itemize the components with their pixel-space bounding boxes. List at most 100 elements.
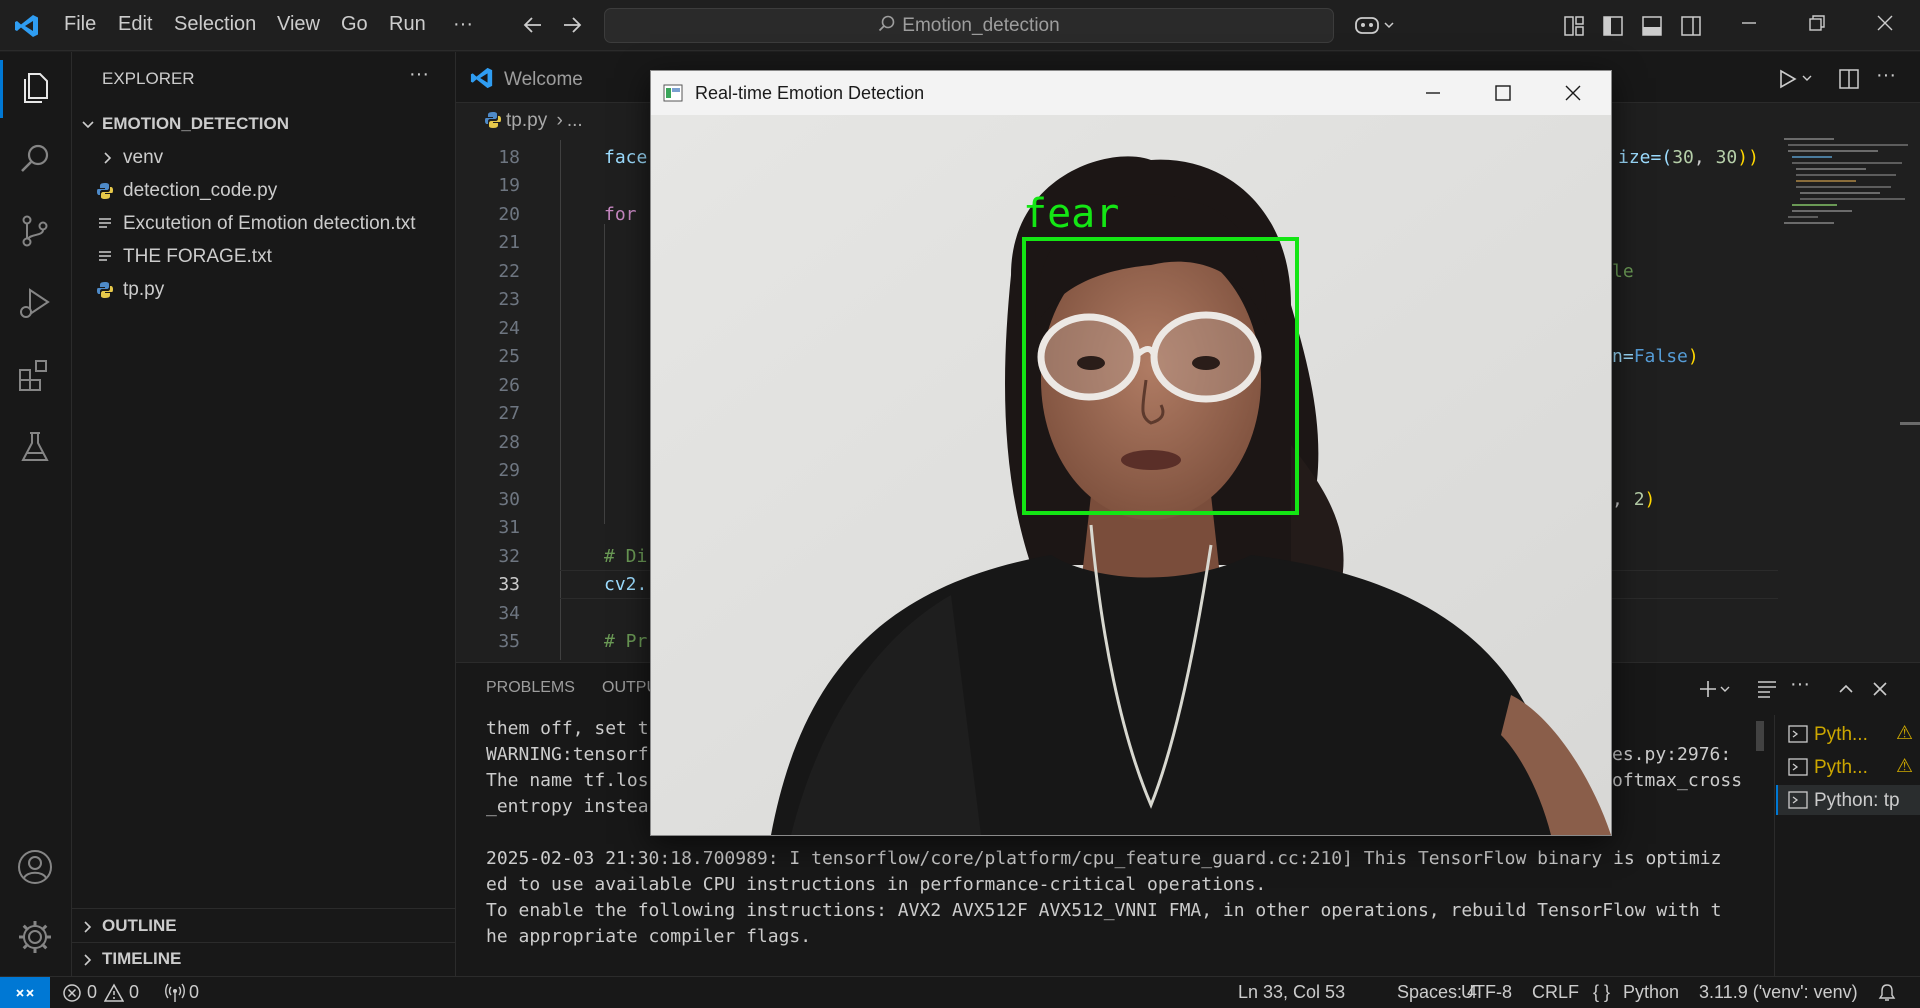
line-number-active: 33	[498, 574, 520, 595]
terminal-tab-label: Python: tp	[1814, 790, 1900, 811]
active-indicator	[0, 60, 3, 118]
extensions-icon[interactable]	[16, 356, 54, 394]
terminal-tab[interactable]: Pyth... ⚠	[1776, 752, 1920, 782]
new-terminal-icon[interactable]	[1698, 679, 1732, 699]
restore-icon[interactable]	[1806, 12, 1828, 34]
indent-guide	[604, 224, 605, 524]
tree-item-forage-txt[interactable]: THE FORAGE.txt	[72, 240, 456, 273]
folder-label: EMOTION_DETECTION	[102, 114, 290, 133]
customize-layout-icon[interactable]	[1563, 15, 1585, 37]
split-editor-icon[interactable]	[1838, 68, 1860, 90]
panel-more-icon[interactable]: ···	[1790, 673, 1810, 696]
timeline-section[interactable]: TIMELINE	[72, 943, 456, 976]
back-arrow-icon[interactable]	[522, 14, 544, 36]
window-close-icon[interactable]	[1563, 83, 1583, 103]
search-icon[interactable]	[16, 140, 54, 178]
menu-more[interactable]: ···	[453, 13, 473, 36]
window-title: Real-time Emotion Detection	[695, 83, 925, 103]
menu-view[interactable]: View	[277, 13, 320, 36]
terminal-scrollbar[interactable]	[1756, 721, 1764, 751]
source-control-icon[interactable]	[16, 212, 54, 250]
emotion-detection-window[interactable]: Real-time Emotion Detection fear	[650, 70, 1612, 836]
testing-flask-icon[interactable]	[16, 428, 54, 466]
toggle-panel-icon[interactable]	[1641, 15, 1663, 37]
search-icon	[878, 15, 896, 33]
tab-welcome[interactable]: Welcome	[504, 69, 583, 91]
line-number: 24	[498, 318, 520, 339]
line-number: 23	[498, 289, 520, 310]
breadcrumb: tp.py ›...	[484, 110, 583, 132]
terminal-icon	[1788, 757, 1808, 777]
terminal-icon	[1788, 790, 1808, 810]
menu-go[interactable]: Go	[341, 13, 368, 36]
explorer-sidebar: EXPLORER ··· EMOTION_DETECTION venv dete…	[72, 52, 456, 976]
line-number: 32	[498, 546, 520, 567]
command-center-search[interactable]: Emotion_detection	[604, 8, 1334, 43]
minimize-icon[interactable]	[1738, 12, 1760, 34]
window-maximize-icon[interactable]	[1493, 83, 1513, 103]
window-minimize-icon[interactable]	[1423, 83, 1443, 103]
copilot-icon[interactable]	[1354, 13, 1396, 37]
warning-icon	[104, 983, 124, 1003]
tree-item-tp-py[interactable]: tp.py	[72, 273, 456, 306]
editor-more-icon[interactable]: ···	[1876, 64, 1896, 87]
terminal-tab[interactable]: Pyth... ⚠	[1776, 719, 1920, 749]
tree-item-detection-code[interactable]: detection_code.py	[72, 174, 456, 207]
menu-run[interactable]: Run	[389, 13, 426, 36]
forward-arrow-icon[interactable]	[561, 14, 583, 36]
menu-selection[interactable]: Selection	[174, 13, 256, 36]
text-file-icon	[98, 250, 112, 264]
explorer-icon[interactable]	[16, 68, 54, 106]
run-debug-icon[interactable]	[16, 284, 54, 322]
toggle-secondary-sidebar-icon[interactable]	[1680, 15, 1702, 37]
window-title-bar[interactable]: Real-time Emotion Detection	[651, 71, 1611, 115]
cursor-position[interactable]: Ln 33, Col 53	[1238, 982, 1345, 1003]
line-number: 26	[498, 375, 520, 396]
code-fragment: ize=(30, 30))	[1618, 147, 1759, 168]
breadcrumb-more[interactable]: ...	[567, 110, 583, 131]
emotion-label: fear	[1023, 191, 1119, 237]
menu-edit[interactable]: Edit	[118, 13, 152, 36]
close-panel-icon[interactable]	[1870, 679, 1890, 699]
warning-count: 0	[129, 982, 140, 1002]
outline-section[interactable]: OUTLINE	[72, 910, 456, 943]
vscode-logo-icon	[470, 66, 494, 90]
folder-emotion-detection[interactable]: EMOTION_DETECTION	[72, 108, 456, 141]
line-number: 20	[498, 204, 520, 225]
broadcast-icon	[164, 983, 186, 1003]
breadcrumb-file[interactable]: tp.py	[506, 110, 547, 131]
terminal-icon	[1788, 724, 1808, 744]
notifications-bell-icon[interactable]	[1877, 983, 1897, 1003]
close-icon[interactable]	[1874, 12, 1896, 34]
code-token: for	[604, 204, 637, 225]
accounts-icon[interactable]	[16, 848, 54, 886]
terminal-list-icon[interactable]	[1756, 679, 1778, 699]
language-braces-icon: { }	[1593, 982, 1611, 1002]
ports-count: 0	[189, 982, 200, 1002]
maximize-panel-icon[interactable]	[1836, 679, 1856, 699]
remote-indicator[interactable]	[0, 977, 50, 1008]
minimap[interactable]	[1780, 104, 1920, 660]
line-number: 22	[498, 261, 520, 282]
toggle-primary-sidebar-icon[interactable]	[1602, 15, 1624, 37]
terminal-line: oftmax_cross	[1612, 770, 1743, 791]
menu-file[interactable]: File	[64, 13, 96, 36]
line-ending[interactable]: CRLF	[1532, 982, 1579, 1003]
run-file-icon[interactable]	[1778, 68, 1814, 90]
vscode-logo-icon	[14, 13, 40, 39]
explorer-more-icon[interactable]: ···	[409, 63, 429, 86]
webcam-frame: fear	[651, 115, 1611, 835]
line-number: 27	[498, 403, 520, 424]
settings-gear-icon[interactable]	[16, 918, 54, 956]
terminal-line: The name tf.los	[486, 770, 649, 791]
tree-item-execution-txt[interactable]: Excutetion of Emotion detection.txt	[72, 207, 456, 240]
terminal-tab-active[interactable]: Python: tp	[1776, 785, 1920, 815]
language-mode[interactable]: Python	[1623, 982, 1679, 1003]
encoding[interactable]: UTF-8	[1461, 982, 1512, 1003]
warning-icon: ⚠	[1896, 756, 1914, 777]
text-file-icon	[98, 217, 112, 231]
tab-problems[interactable]: PROBLEMS	[486, 679, 575, 697]
tree-item-venv[interactable]: venv	[72, 141, 456, 174]
terminal-tab-label: Pyth...	[1814, 757, 1868, 778]
python-interpreter[interactable]: 3.11.9 ('venv': venv)	[1699, 982, 1858, 1003]
